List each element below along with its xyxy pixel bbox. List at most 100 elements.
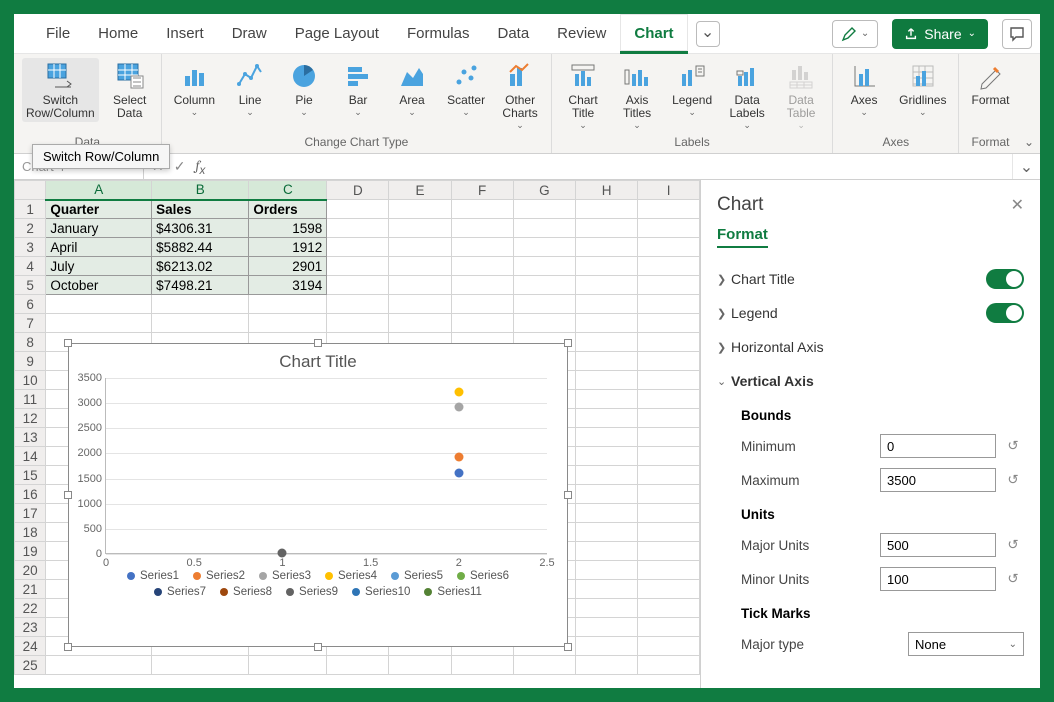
tab-page-layout[interactable]: Page Layout <box>281 14 393 54</box>
row-header[interactable]: 2 <box>15 219 46 238</box>
cell[interactable] <box>638 352 700 371</box>
row-header[interactable]: 16 <box>15 485 46 504</box>
cell[interactable] <box>451 314 513 333</box>
cell[interactable] <box>576 371 638 390</box>
chart-title-toggle[interactable] <box>986 269 1024 289</box>
row-header[interactable]: 10 <box>15 371 46 390</box>
cell[interactable] <box>327 314 389 333</box>
cell[interactable] <box>389 314 451 333</box>
chart-plot-area[interactable]: 050010001500200025003000350000.511.522.5 <box>105 378 547 554</box>
cell[interactable] <box>576 295 638 314</box>
axes-button[interactable]: Axes⌄ <box>841 58 887 120</box>
resize-handle[interactable] <box>64 643 72 651</box>
cell[interactable] <box>638 409 700 428</box>
cell[interactable] <box>389 238 451 257</box>
cell[interactable] <box>513 295 575 314</box>
cell[interactable]: January <box>46 219 152 238</box>
tab-data[interactable]: Data <box>483 14 543 54</box>
cell[interactable]: October <box>46 276 152 295</box>
row-header[interactable]: 25 <box>15 656 46 675</box>
row-header[interactable]: 18 <box>15 523 46 542</box>
cell[interactable] <box>638 618 700 637</box>
cell[interactable] <box>638 485 700 504</box>
legend-item[interactable]: Series11 <box>424 586 482 598</box>
legend-toggle[interactable] <box>986 303 1024 323</box>
chart-title-text[interactable]: Chart Title <box>69 344 567 374</box>
tab-formulas[interactable]: Formulas <box>393 14 484 54</box>
row-header[interactable]: 3 <box>15 238 46 257</box>
minor-units-input[interactable] <box>880 567 996 591</box>
row-header[interactable]: 8 <box>15 333 46 352</box>
pane-tab-format[interactable]: Format <box>717 226 768 248</box>
cell[interactable] <box>638 333 700 352</box>
format-button[interactable]: Format <box>967 58 1013 109</box>
pane-chart-title-row[interactable]: ❯ Chart Title <box>717 262 1024 296</box>
row-header[interactable]: 7 <box>15 314 46 333</box>
cell[interactable] <box>389 200 451 219</box>
expand-formula-bar[interactable]: ⌄ <box>1012 154 1040 179</box>
cell[interactable] <box>249 295 327 314</box>
cell[interactable] <box>451 656 513 675</box>
line-chart-button[interactable]: Line⌄ <box>227 58 273 120</box>
cell[interactable]: Sales <box>152 200 249 219</box>
row-header[interactable]: 21 <box>15 580 46 599</box>
select-all-cell[interactable] <box>15 181 46 200</box>
maximum-input[interactable] <box>880 468 996 492</box>
chart-point[interactable] <box>278 549 287 558</box>
pane-horizontal-axis-row[interactable]: ❯ Horizontal Axis <box>717 330 1024 364</box>
cell[interactable] <box>451 238 513 257</box>
scatter-chart-button[interactable]: Scatter⌄ <box>443 58 489 120</box>
cell[interactable] <box>638 580 700 599</box>
cell[interactable] <box>46 295 152 314</box>
cell[interactable] <box>638 371 700 390</box>
resize-handle[interactable] <box>564 491 572 499</box>
legend-button[interactable]: Legend⌄ <box>668 58 716 120</box>
cell[interactable] <box>576 409 638 428</box>
row-header[interactable]: 9 <box>15 352 46 371</box>
column-header[interactable]: A <box>46 181 152 200</box>
cell[interactable] <box>513 314 575 333</box>
cell[interactable] <box>389 656 451 675</box>
accept-formula-icon[interactable]: ✓ <box>174 158 186 175</box>
cell[interactable] <box>327 219 389 238</box>
resize-handle[interactable] <box>64 339 72 347</box>
cell[interactable] <box>576 276 638 295</box>
chart-point[interactable] <box>454 388 463 397</box>
row-header[interactable]: 1 <box>15 200 46 219</box>
resize-handle[interactable] <box>564 643 572 651</box>
legend-item[interactable]: Series8 <box>220 586 272 598</box>
tab-overflow[interactable]: ⌄ <box>696 21 720 47</box>
cell[interactable] <box>152 656 249 675</box>
bar-chart-button[interactable]: Bar⌄ <box>335 58 381 120</box>
formula-input[interactable] <box>213 154 1012 179</box>
column-header[interactable]: D <box>327 181 389 200</box>
cell[interactable] <box>576 238 638 257</box>
cell[interactable] <box>576 257 638 276</box>
legend-item[interactable]: Series5 <box>391 570 443 582</box>
cell[interactable] <box>327 295 389 314</box>
cell[interactable] <box>513 257 575 276</box>
cell[interactable]: 2901 <box>249 257 327 276</box>
cell[interactable] <box>576 580 638 599</box>
gridlines-button[interactable]: Gridlines⌄ <box>895 58 950 120</box>
cell[interactable] <box>576 523 638 542</box>
tab-review[interactable]: Review <box>543 14 620 54</box>
column-header[interactable]: H <box>576 181 638 200</box>
reset-major-button[interactable]: ↺ <box>1002 537 1024 553</box>
cell[interactable] <box>576 352 638 371</box>
cell[interactable] <box>249 314 327 333</box>
pane-vertical-axis-row[interactable]: ⌄ Vertical Axis <box>717 364 1024 398</box>
chart-point[interactable] <box>454 403 463 412</box>
cell[interactable] <box>327 276 389 295</box>
cell[interactable] <box>249 656 327 675</box>
cell[interactable] <box>638 428 700 447</box>
column-header[interactable]: I <box>638 181 700 200</box>
cell[interactable] <box>389 257 451 276</box>
cell[interactable] <box>638 599 700 618</box>
minimum-input[interactable] <box>880 434 996 458</box>
editing-mode-button[interactable]: ⌄ <box>832 20 878 48</box>
reset-minor-button[interactable]: ↺ <box>1002 571 1024 587</box>
resize-handle[interactable] <box>314 339 322 347</box>
cell[interactable] <box>513 656 575 675</box>
pie-chart-button[interactable]: Pie⌄ <box>281 58 327 120</box>
